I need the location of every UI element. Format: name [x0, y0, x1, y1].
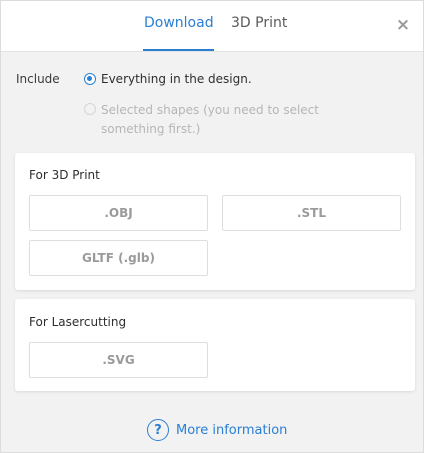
export-gltf-button[interactable]: GLTF (.glb) [29, 240, 208, 276]
section-3d-print: For 3D Print .OBJ .STL GLTF (.glb) [15, 153, 415, 290]
section-lasercutting: For Lasercutting .SVG [15, 299, 415, 391]
dialog-header: Download 3D Print × [1, 1, 423, 52]
help-circle-icon: ? [147, 419, 169, 441]
radio-selected-shapes [84, 103, 96, 115]
close-icon[interactable]: × [394, 15, 412, 35]
include-label: Include [16, 72, 60, 86]
download-dialog: Download 3D Print × Include Everything i… [0, 0, 424, 453]
tab-download[interactable]: Download [144, 15, 214, 31]
section-title-3d-print: For 3D Print [29, 168, 100, 182]
option-everything-label[interactable]: Everything in the design. [101, 72, 252, 86]
section-title-lasercutting: For Lasercutting [29, 315, 127, 329]
active-tab-indicator [143, 49, 214, 51]
export-obj-button[interactable]: .OBJ [29, 195, 208, 231]
more-information-label[interactable]: More information [176, 423, 287, 438]
more-information-link[interactable]: ? More information [147, 418, 287, 442]
radio-everything[interactable] [84, 73, 96, 85]
export-stl-button[interactable]: .STL [222, 195, 401, 231]
export-svg-button[interactable]: .SVG [29, 342, 208, 378]
option-selected-shapes-label: Selected shapes (you need to select some… [101, 103, 319, 136]
tab-3d-print[interactable]: 3D Print [231, 15, 287, 31]
